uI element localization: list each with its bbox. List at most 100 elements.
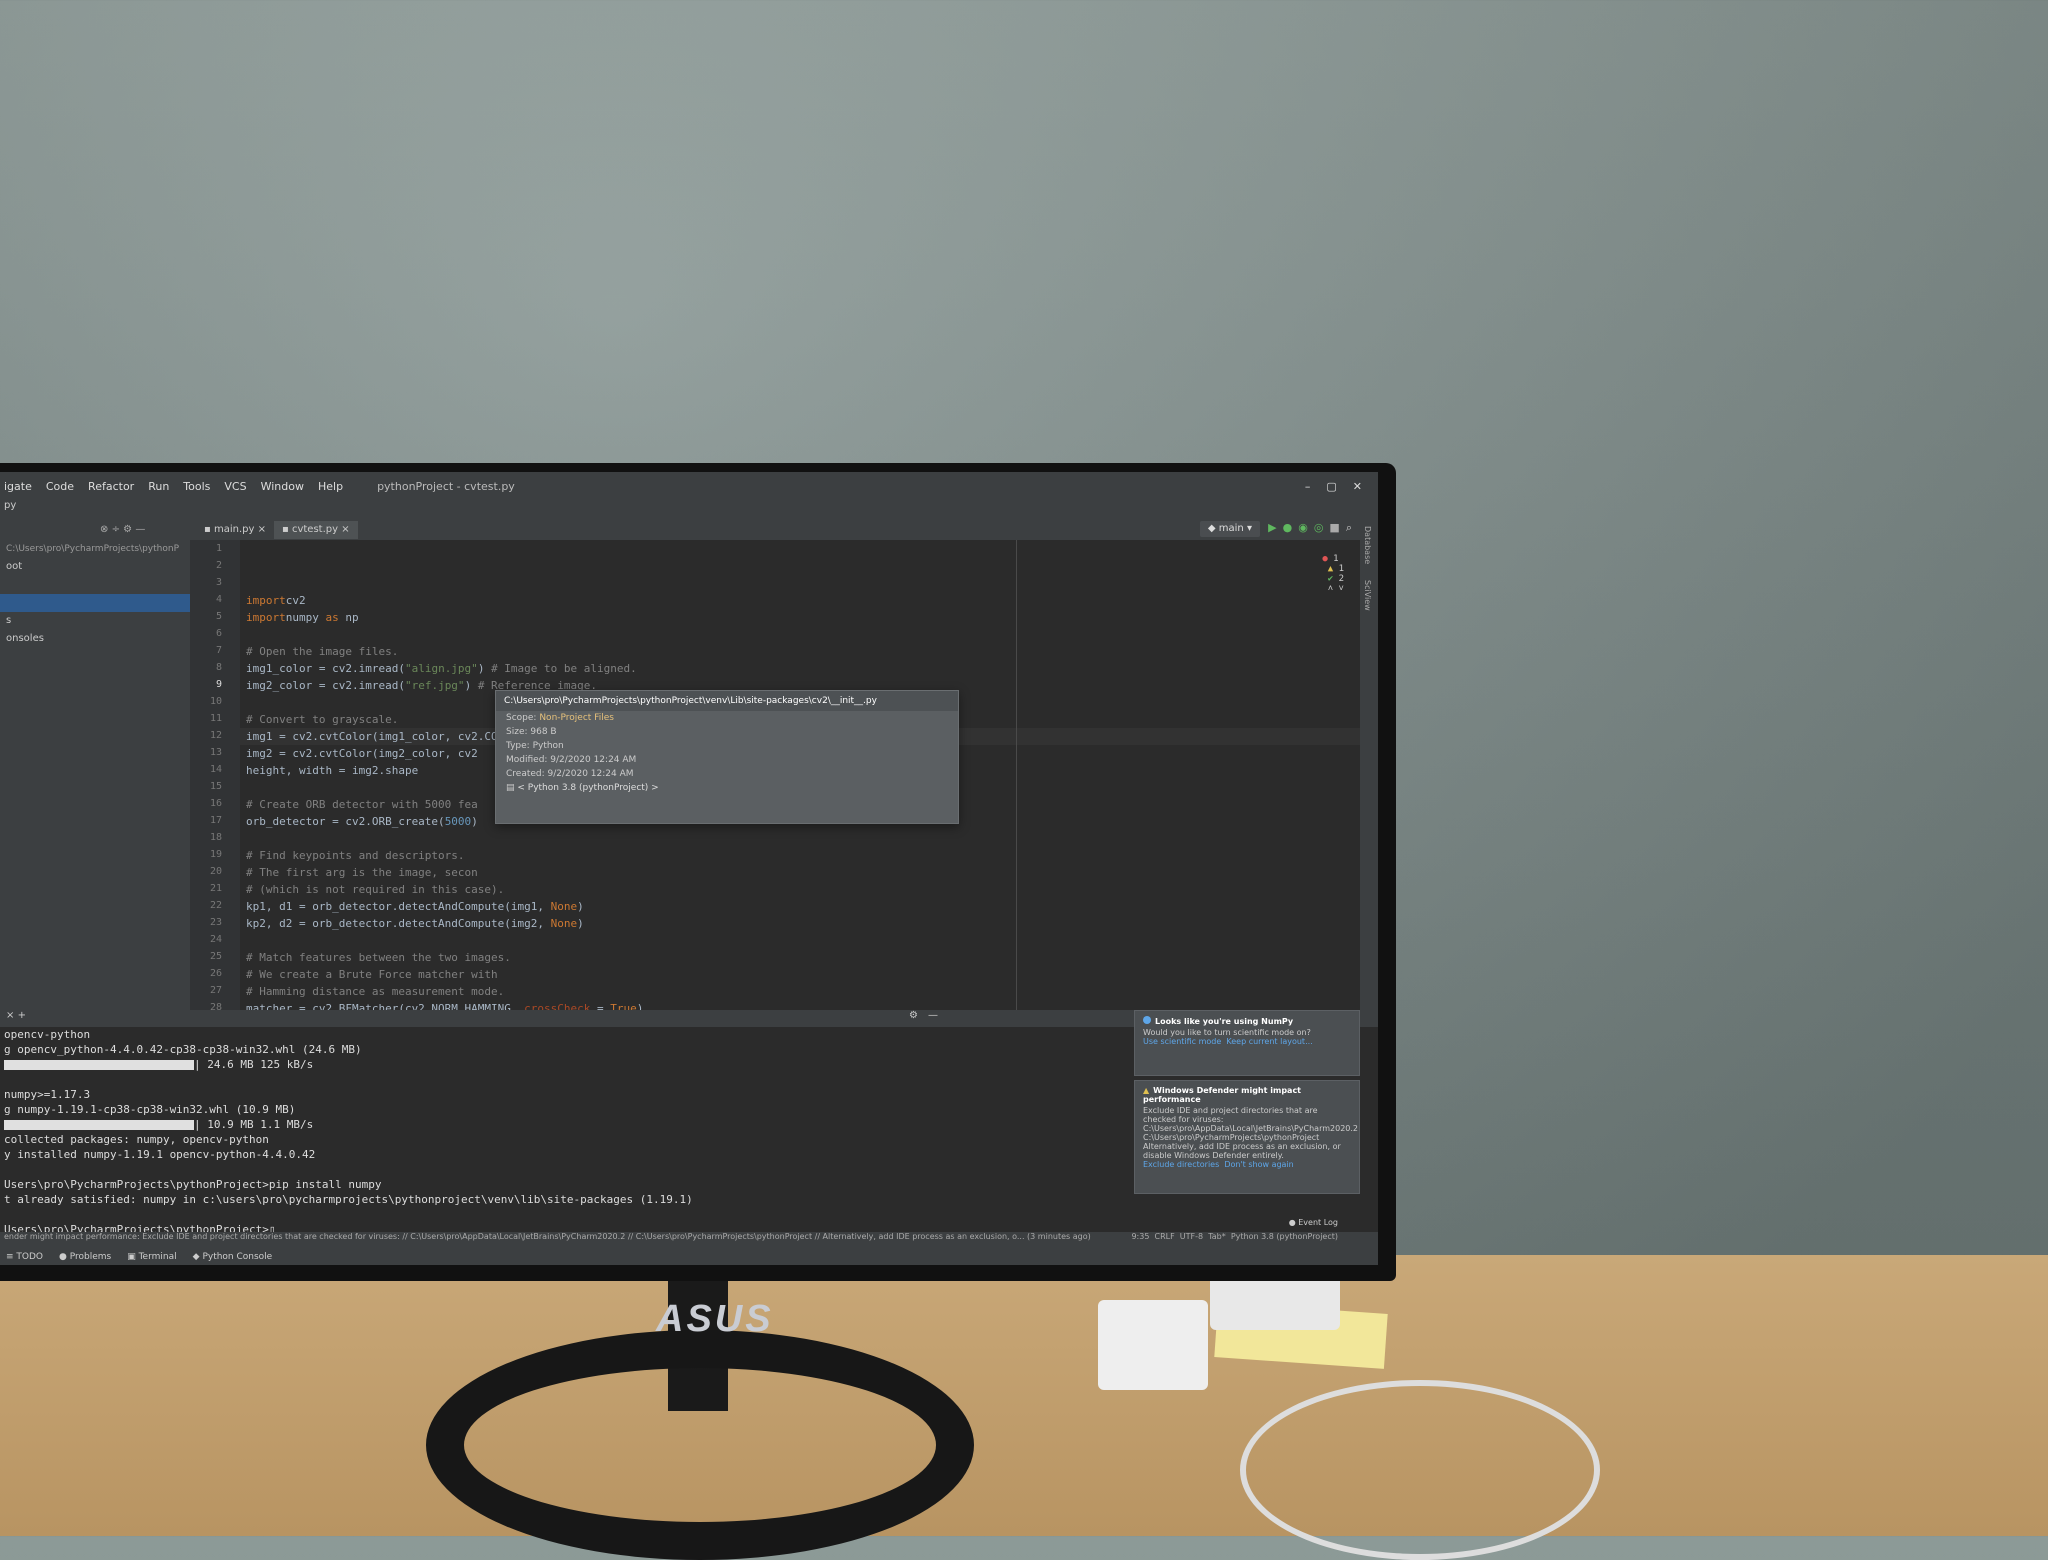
project-root-path[interactable]: C:\Users\pro\PycharmProjects\pythonP (0, 540, 190, 558)
run-configuration-select[interactable]: ◆ main ▾ (1199, 521, 1260, 537)
use-scientific-mode-link[interactable]: Use scientific mode (1143, 1037, 1221, 1046)
tool-window-bar: ≡ TODO ● Problems ▣ Terminal ◆ Python Co… (0, 1248, 1378, 1265)
code-token: ) (577, 917, 584, 930)
stop-icon[interactable]: ■ (1329, 521, 1345, 534)
indent-setting[interactable]: Tab* (1208, 1232, 1226, 1241)
code-line[interactable]: # Hamming distance as measurement mode. (240, 983, 1360, 1000)
python-console-tool-button[interactable]: ◆ Python Console (193, 1252, 273, 1262)
scope-value: Non-Project Files (539, 713, 614, 723)
code-token: ) (471, 815, 478, 828)
collapse-all-icon[interactable]: ⊗ (100, 524, 108, 535)
weak-warning-count: 2 (1338, 574, 1344, 584)
interpreter-selector[interactable]: Python 3.8 (pythonProject) (1231, 1232, 1338, 1241)
project-item-root[interactable]: oot (0, 558, 190, 576)
chevron-down-icon[interactable]: ˅ (1333, 584, 1344, 594)
hide-icon[interactable]: — (928, 1010, 938, 1021)
code-line[interactable]: # Match features between the two images. (240, 949, 1360, 966)
terminal-tool-button[interactable]: ▣ Terminal (127, 1252, 176, 1262)
todo-icon: ≡ (6, 1251, 17, 1262)
database-tool-button[interactable]: Database (1360, 518, 1375, 572)
code-token: # Hamming distance as measurement mode. (246, 985, 505, 998)
project-item-scratches[interactable]: s (0, 612, 190, 630)
menu-item-code[interactable]: Code (46, 480, 74, 493)
profile-icon[interactable]: ◎ (1314, 521, 1330, 534)
code-line[interactable]: importcv2 (240, 592, 1360, 609)
power-strip (1098, 1300, 1208, 1390)
notification-body: Would you like to turn scientific mode o… (1143, 1028, 1311, 1037)
project-item-consoles[interactable]: onsoles (0, 630, 190, 648)
run-icon[interactable]: ▶ (1268, 521, 1282, 534)
close-icon[interactable]: ✕ (1353, 480, 1362, 493)
coverage-icon[interactable]: ◉ (1298, 521, 1314, 534)
python-console-label: Python Console (202, 1251, 273, 1262)
numpy-notification: Looks like you're using NumPy Would you … (1134, 1010, 1360, 1076)
terminal-close-icon[interactable]: × (6, 1010, 18, 1021)
breadcrumb[interactable]: py (4, 500, 16, 511)
menu-item-help[interactable]: Help (318, 480, 343, 493)
gear-icon[interactable]: ⚙ (123, 524, 132, 535)
keep-layout-link[interactable]: Keep current layout... (1226, 1037, 1312, 1046)
code-line[interactable]: # Find keypoints and descriptors. (240, 847, 1360, 864)
problems-tool-button[interactable]: ● Problems (59, 1252, 111, 1262)
terminal-add-tab-button[interactable]: + (18, 1010, 26, 1021)
popup-type: Type: Python (506, 741, 564, 751)
inspection-widget[interactable]: ● 1 ▲ 1 ✔ 2 ˄ ˅ (1290, 544, 1344, 604)
tab-close-icon[interactable]: × (258, 524, 266, 535)
line-number: 18 (209, 832, 222, 843)
tab-close-icon[interactable]: × (341, 524, 349, 535)
todo-label: TODO (16, 1251, 44, 1262)
menu-item-refactor[interactable]: Refactor (88, 480, 134, 493)
menu-item-run[interactable]: Run (148, 480, 169, 493)
code-line[interactable]: # The first arg is the image, secon (240, 864, 1360, 881)
code-token: # (which is not required in this case). (246, 883, 505, 896)
status-message[interactable]: ender might impact performance: Exclude … (4, 1232, 1091, 1241)
code-line[interactable]: # (which is not required in this case). (240, 881, 1360, 898)
code-token: # Image to be aligned. (491, 662, 637, 675)
chevron-up-icon[interactable]: ˄ (1322, 584, 1333, 594)
line-number: 27 (209, 985, 222, 996)
code-line[interactable]: # Open the image files. (240, 643, 1360, 660)
dont-show-again-link[interactable]: Don't show again (1224, 1160, 1293, 1169)
download-progress-text: | 10.9 MB 1.1 MB/s (194, 1118, 314, 1131)
menu-item-tools[interactable]: Tools (183, 480, 210, 493)
line-number: 14 (209, 764, 222, 775)
terminal-label: Terminal (138, 1251, 177, 1262)
todo-tool-button[interactable]: ≡ TODO (6, 1252, 43, 1262)
menu-item-navigate[interactable]: igate (4, 480, 32, 493)
editor-tab-strip: ⊗ ÷ ⚙ — ▪ main.py × ▪ cvtest.py × ◆ main… (0, 518, 1378, 541)
code-line[interactable] (240, 932, 1360, 949)
code-line[interactable] (240, 626, 1360, 643)
popup-created: Created: 9/2/2020 12:24 AM (506, 769, 634, 779)
popup-sdk[interactable]: ▤ < Python 3.8 (pythonProject) > (496, 781, 958, 795)
code-token: # Match features between the two images. (246, 951, 511, 964)
menu-item-vcs[interactable]: VCS (224, 480, 246, 493)
minimize-icon[interactable]: – (1305, 480, 1311, 493)
project-item-selected[interactable] (0, 594, 190, 612)
line-number: 11 (209, 713, 222, 724)
maximize-icon[interactable]: ▢ (1326, 480, 1336, 493)
search-icon[interactable]: ⌕ (1346, 521, 1358, 534)
line-separator[interactable]: CRLF (1155, 1232, 1175, 1241)
hide-icon[interactable]: — (135, 524, 145, 535)
code-line[interactable]: kp1, d1 = orb_detector.detectAndCompute(… (240, 898, 1360, 915)
menu-item-window[interactable]: Window (261, 480, 304, 493)
notification-title: Windows Defender might impact performanc… (1143, 1086, 1302, 1104)
expand-icon[interactable]: ÷ (112, 524, 120, 535)
caret-position[interactable]: 9:35 (1131, 1232, 1149, 1241)
warning-count: 1 (1338, 564, 1344, 574)
sciview-tool-button[interactable]: SciView (1360, 572, 1375, 619)
debug-icon[interactable]: ● (1283, 521, 1299, 534)
code-line[interactable]: importnumpy as np (240, 609, 1360, 626)
code-line[interactable]: img1_color = cv2.imread("align.jpg") # I… (240, 660, 1360, 677)
tab-cvtest-py[interactable]: ▪ cvtest.py × (274, 521, 358, 539)
code-line[interactable] (240, 830, 1360, 847)
file-encoding[interactable]: UTF-8 (1180, 1232, 1203, 1241)
gear-icon[interactable]: ⚙ (909, 1010, 918, 1021)
project-item[interactable] (0, 576, 190, 594)
code-token: img2_color = cv2.imread( (246, 679, 405, 692)
code-line[interactable]: # We create a Brute Force matcher with (240, 966, 1360, 983)
event-log-button[interactable]: ● Event Log (1289, 1218, 1338, 1227)
exclude-directories-link[interactable]: Exclude directories (1143, 1160, 1219, 1169)
tab-main-py[interactable]: ▪ main.py × (196, 521, 274, 539)
code-line[interactable]: kp2, d2 = orb_detector.detectAndCompute(… (240, 915, 1360, 932)
